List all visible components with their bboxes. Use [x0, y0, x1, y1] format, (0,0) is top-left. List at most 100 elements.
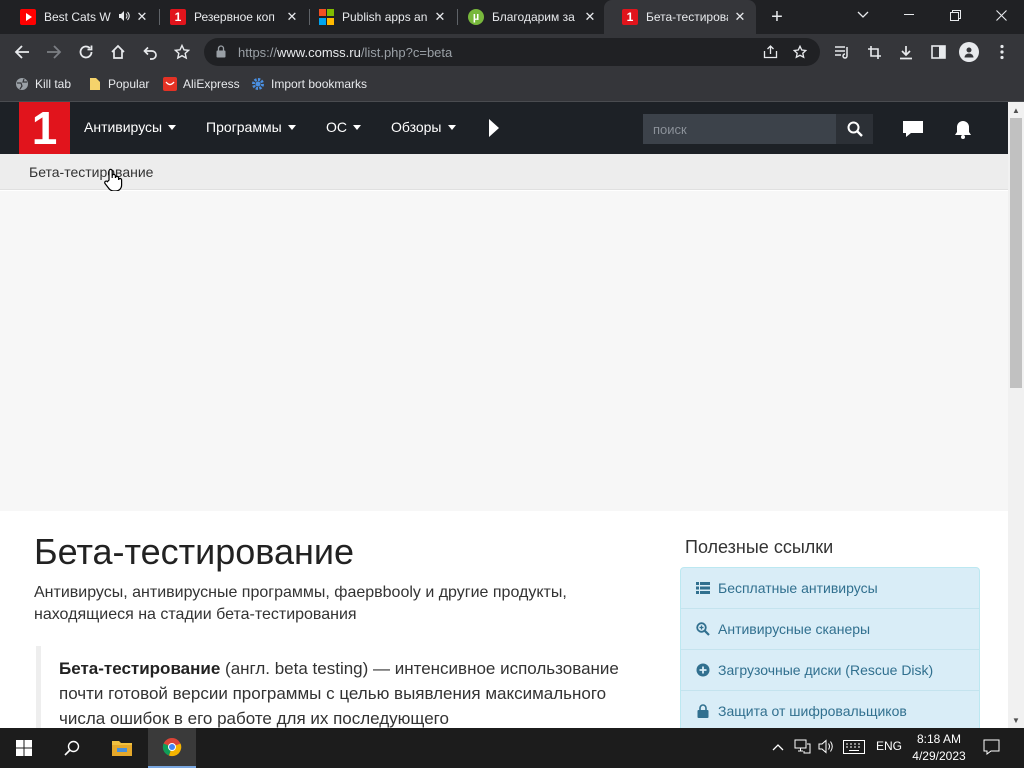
bookmark-import[interactable]: Import bookmarks	[251, 77, 367, 91]
side-panel-icon[interactable]	[924, 38, 952, 66]
close-tab-icon[interactable]: ✕	[134, 9, 150, 25]
nav-reviews[interactable]: Обзоры	[391, 119, 456, 135]
url-host: www.comss.ru	[277, 45, 361, 60]
link-ransomware-protection[interactable]: Защита от шифровальщиков	[681, 691, 979, 728]
reading-list-icon[interactable]	[828, 38, 856, 66]
audio-playing-icon[interactable]	[118, 10, 130, 25]
forward-button[interactable]	[40, 38, 68, 66]
scroll-up-arrow-icon[interactable]: ▲	[1008, 102, 1024, 118]
share-icon[interactable]	[760, 42, 780, 62]
tab-search-icon[interactable]	[840, 0, 886, 30]
nav-os[interactable]: ОС	[326, 119, 361, 135]
useful-links-title: Полезные ссылки	[685, 537, 834, 557]
network-icon[interactable]	[794, 739, 811, 757]
tab-title: Бета-тестирова	[646, 10, 728, 24]
start-button[interactable]	[0, 728, 48, 768]
reload-button[interactable]	[72, 38, 100, 66]
link-free-antivirus[interactable]: Бесплатные антивирусы	[681, 568, 979, 609]
back-button[interactable]	[8, 38, 36, 66]
browser-tab[interactable]: Best Cats W ✕	[2, 0, 158, 34]
link-rescue-disk[interactable]: Загрузочные диски (Rescue Disk)	[681, 650, 979, 691]
clock-time: 8:18 AM	[916, 732, 962, 746]
list-icon	[696, 581, 710, 595]
bookmark-folder-popular[interactable]: Popular	[88, 77, 149, 91]
menu-kebab-icon[interactable]	[988, 38, 1016, 66]
keyboard-icon[interactable]	[843, 740, 865, 757]
main-content: Бета-тестирование Антивирусы, антивирусн…	[0, 511, 1008, 728]
bookmark-label: AliExpress	[183, 77, 240, 91]
minimize-button[interactable]	[886, 0, 932, 30]
caret-down-icon	[447, 124, 456, 130]
show-hidden-icons-chevron-icon[interactable]	[772, 740, 784, 754]
tab-title: Publish apps an	[342, 10, 428, 24]
chrome-taskbar-button[interactable]	[148, 728, 196, 768]
bookmark-star-icon[interactable]	[168, 38, 196, 66]
browser-tab[interactable]: 1 Резервное коп ✕	[152, 0, 308, 34]
home-button[interactable]	[104, 38, 132, 66]
bookmark-label: Kill tab	[35, 77, 72, 91]
close-tab-icon[interactable]: ✕	[432, 9, 448, 25]
folder-icon	[88, 77, 102, 91]
aliexpress-icon	[163, 77, 177, 91]
chat-icon[interactable]	[902, 118, 924, 140]
nav-label: Антивирусы	[84, 119, 163, 135]
link-label: Антивирусные сканеры	[718, 621, 871, 637]
close-tab-icon[interactable]: ✕	[582, 9, 598, 25]
nav-label: Программы	[206, 119, 282, 135]
crop-icon[interactable]	[860, 38, 888, 66]
nav-label: Обзоры	[391, 119, 442, 135]
page-scrollbar[interactable]: ▲ ▼	[1008, 102, 1024, 728]
url-text[interactable]: https://www.comss.ru/list.php?c=beta	[238, 45, 452, 60]
browser-tab[interactable]: µ Благодарим за ✕	[450, 0, 606, 34]
search-button[interactable]	[836, 114, 873, 144]
definition-quote: Бета-тестирование (англ. beta testing) —…	[36, 646, 636, 728]
download-icon[interactable]	[892, 38, 920, 66]
tab-title: Благодарим за	[492, 10, 575, 24]
taskbar-search-button[interactable]	[48, 728, 96, 768]
scroll-down-arrow-icon[interactable]: ▼	[1008, 712, 1024, 728]
profile-avatar-icon[interactable]	[959, 42, 979, 62]
clock[interactable]: 8:18 AM 4/29/2023	[900, 731, 978, 765]
site-search-input[interactable]	[643, 114, 836, 144]
file-explorer-button[interactable]	[98, 728, 146, 768]
new-tab-button[interactable]: +	[766, 6, 788, 28]
nav-more-arrow-icon[interactable]	[488, 118, 500, 138]
nav-programs[interactable]: Программы	[206, 119, 296, 135]
youtube-icon	[20, 9, 36, 25]
bookmarks-bar: Kill tab Popular AliExpress Import bookm…	[0, 70, 1024, 102]
comss-icon: 1	[170, 9, 186, 25]
browser-toolbar: https://www.comss.ru/list.php?c=beta	[0, 34, 1024, 70]
useful-links-panel: Бесплатные антивирусы Антивирусные скане…	[680, 567, 980, 728]
link-label: Загрузочные диски (Rescue Disk)	[718, 662, 934, 678]
close-tab-icon[interactable]: ✕	[284, 9, 300, 25]
gear-icon	[251, 77, 265, 91]
bookmark-page-star-icon[interactable]	[790, 42, 810, 62]
caret-down-icon	[353, 124, 361, 130]
notification-icon[interactable]	[983, 739, 1000, 758]
breadcrumb-item[interactable]: Бета-тестирование	[29, 164, 153, 180]
close-window-button[interactable]	[978, 0, 1024, 30]
bell-icon[interactable]	[952, 118, 974, 140]
link-antivirus-scanners[interactable]: Антивирусные сканеры	[681, 609, 979, 650]
bookmark-kill-tab[interactable]: Kill tab	[15, 77, 71, 91]
nav-antivirus[interactable]: Антивирусы	[84, 119, 177, 135]
restore-button[interactable]	[932, 0, 978, 30]
search-plus-icon	[696, 622, 710, 636]
browser-tab-active[interactable]: 1 Бета-тестирова ✕	[604, 0, 756, 34]
page-title: Бета-тестирование	[34, 531, 355, 572]
chrome-icon	[162, 738, 182, 757]
site-logo[interactable]: 1	[19, 102, 70, 154]
url-path: /list.php?c=beta	[360, 45, 453, 60]
scrollbar-thumb[interactable]	[1010, 118, 1022, 388]
input-language[interactable]: ENG	[876, 739, 902, 753]
bookmark-aliexpress[interactable]: AliExpress	[163, 77, 240, 91]
lock-icon[interactable]	[216, 45, 226, 58]
address-bar[interactable]: https://www.comss.ru/list.php?c=beta	[204, 38, 820, 66]
page-subtitle: Антивирусы, антивирусные программы, фаер…	[34, 584, 567, 623]
utorrent-icon: µ	[468, 9, 484, 25]
folder-icon	[112, 741, 132, 756]
undo-close-tab-button[interactable]	[136, 38, 164, 66]
browser-tab[interactable]: Publish apps an ✕	[300, 0, 456, 34]
close-tab-icon[interactable]: ✕	[732, 9, 748, 25]
volume-icon[interactable]	[818, 739, 834, 757]
